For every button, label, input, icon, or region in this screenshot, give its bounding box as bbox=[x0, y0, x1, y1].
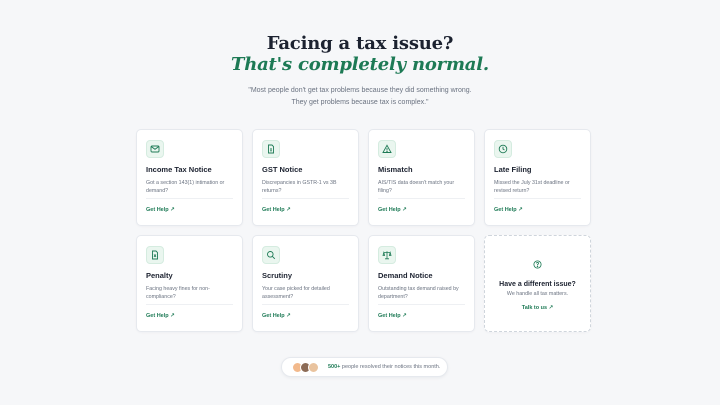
card-description: Your case picked for detailed assessment… bbox=[262, 286, 330, 300]
social-proof-text: 500+ people resolved their notices this … bbox=[328, 364, 440, 370]
card-divider bbox=[262, 198, 349, 199]
card-divider bbox=[378, 198, 465, 199]
card-description: AIS/TIS data doesn't match your filing? bbox=[378, 180, 455, 194]
card-title: Mismatch bbox=[378, 165, 413, 174]
document-icon bbox=[262, 140, 280, 158]
quote-line-2: They get problems because tax is complex… bbox=[291, 99, 429, 106]
get-help-link[interactable]: Get Help ↗ bbox=[378, 313, 407, 319]
different-issue-title: Have a different issue? bbox=[499, 281, 576, 288]
card-title: Income Tax Notice bbox=[146, 165, 212, 174]
resolved-text: people resolved their notices this month… bbox=[341, 364, 441, 370]
card-description: Facing heavy fines for non-compliance? bbox=[146, 286, 210, 300]
resolved-count: 500+ bbox=[328, 364, 341, 370]
card-description: Outstanding tax demand raised by departm… bbox=[378, 286, 459, 300]
card-demand-notice[interactable]: Demand Notice Outstanding tax demand rai… bbox=[368, 235, 475, 332]
card-description: Discrepancies in GSTR-1 vs 3B returns? bbox=[262, 180, 337, 194]
card-divider bbox=[378, 304, 465, 305]
card-divider bbox=[262, 304, 349, 305]
avatar bbox=[308, 361, 319, 373]
different-issue-description: We handle all tax matters. bbox=[506, 291, 569, 297]
issue-grid: Income Tax Notice Got a section 143(1) i… bbox=[136, 129, 592, 332]
card-title: Scrutiny bbox=[262, 271, 293, 280]
card-description: Got a section 143(1) intimation or deman… bbox=[146, 180, 225, 194]
warning-icon bbox=[378, 140, 396, 158]
card-description: Missed the July 31st deadline or revised… bbox=[494, 180, 570, 194]
get-help-link[interactable]: Get Help ↗ bbox=[494, 207, 523, 213]
get-help-link[interactable]: Get Help ↗ bbox=[262, 207, 291, 213]
talk-to-us-link[interactable]: Talk to us ↗ bbox=[522, 305, 553, 311]
card-divider bbox=[494, 198, 581, 199]
card-title: Penalty bbox=[146, 271, 173, 280]
card-scrutiny[interactable]: Scrutiny Your case picked for detailed a… bbox=[252, 235, 359, 332]
card-penalty[interactable]: Penalty Facing heavy fines for non-compl… bbox=[136, 235, 243, 332]
card-title: Late Filing bbox=[494, 165, 532, 174]
card-divider bbox=[146, 198, 233, 199]
scale-icon bbox=[378, 246, 396, 264]
avatar-stack bbox=[292, 361, 319, 373]
hero: Facing a tax issue? That's completely no… bbox=[0, 34, 720, 109]
card-title: Demand Notice bbox=[378, 271, 433, 280]
clock-icon bbox=[494, 140, 512, 158]
get-help-link[interactable]: Get Help ↗ bbox=[146, 313, 175, 319]
card-mismatch[interactable]: Mismatch AIS/TIS data doesn't match your… bbox=[368, 129, 475, 226]
get-help-link[interactable]: Get Help ↗ bbox=[262, 313, 291, 319]
question-icon bbox=[533, 256, 542, 274]
page-title: Facing a tax issue? bbox=[266, 33, 454, 54]
card-income-tax-notice[interactable]: Income Tax Notice Got a section 143(1) i… bbox=[136, 129, 243, 226]
social-proof-badge: 500+ people resolved their notices this … bbox=[281, 357, 448, 377]
search-icon bbox=[262, 246, 280, 264]
card-title: GST Notice bbox=[262, 165, 303, 174]
card-different-issue[interactable]: Have a different issue? We handle all ta… bbox=[484, 235, 591, 332]
get-help-link[interactable]: Get Help ↗ bbox=[378, 207, 407, 213]
penalty-icon bbox=[146, 246, 164, 264]
page-subtitle: That's completely normal. bbox=[231, 54, 489, 75]
get-help-link[interactable]: Get Help ↗ bbox=[146, 207, 175, 213]
card-divider bbox=[146, 304, 233, 305]
card-gst-notice[interactable]: GST Notice Discrepancies in GSTR-1 vs 3B… bbox=[252, 129, 359, 226]
hero-quote: "Most people don't get tax problems beca… bbox=[0, 85, 720, 109]
quote-line-1: "Most people don't get tax problems beca… bbox=[248, 87, 472, 94]
mail-icon bbox=[146, 140, 164, 158]
card-late-filing[interactable]: Late Filing Missed the July 31st deadlin… bbox=[484, 129, 591, 226]
